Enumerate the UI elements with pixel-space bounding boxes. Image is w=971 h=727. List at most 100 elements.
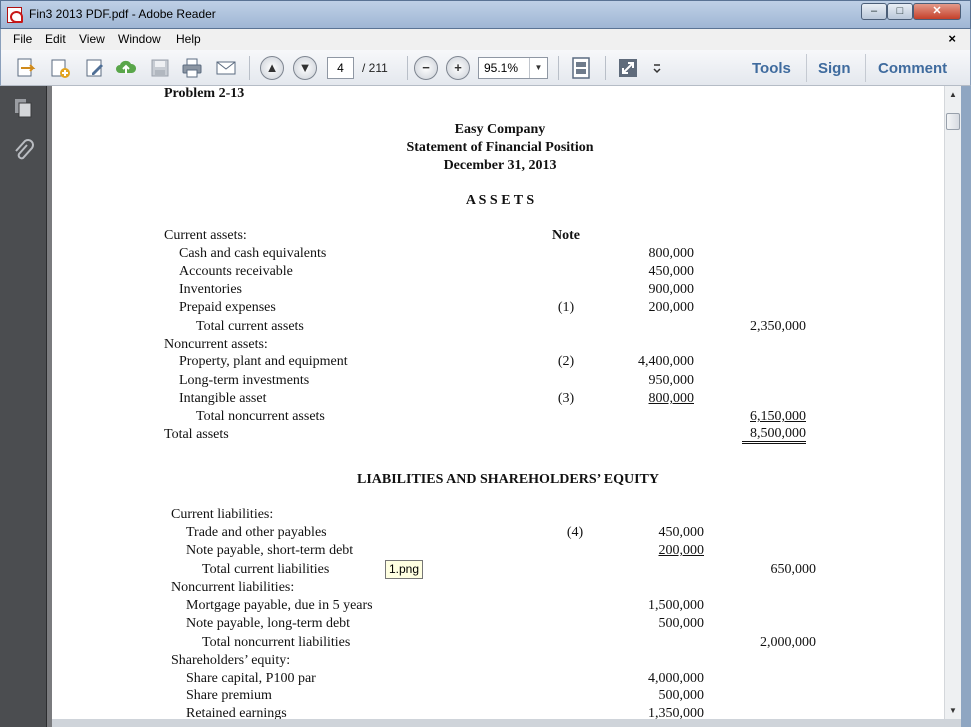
line-item-label: Cash and cash equivalents — [179, 246, 327, 261]
line-item-amount: 800,000 — [648, 246, 695, 261]
line-item-amount: 450,000 — [658, 525, 705, 540]
line-item-label: Trade and other payables — [186, 525, 327, 540]
full-screen-icon[interactable] — [617, 57, 639, 79]
fit-page-icon[interactable] — [570, 57, 592, 79]
toolbar-separator — [407, 56, 408, 80]
zoom-out-button[interactable]: − — [414, 56, 438, 80]
total-assets-value: 8,500,000 — [742, 427, 806, 444]
line-item-amount: 4,400,000 — [638, 354, 694, 369]
line-item-label: Note payable, short-term debt — [186, 543, 354, 558]
print-icon[interactable] — [181, 57, 203, 79]
toolbar-separator — [558, 56, 559, 80]
menu-file[interactable]: File — [13, 32, 32, 46]
zoom-level-value: 95.1% — [484, 61, 519, 75]
current-liabilities-label: Current liabilities: — [171, 507, 274, 522]
total-noncurrent-liabilities-label: Total noncurrent liabilities — [202, 635, 351, 650]
line-item-note: (4) — [566, 525, 584, 540]
scroll-up-arrow-icon[interactable]: ▲ — [945, 86, 961, 103]
open-file-icon[interactable] — [15, 57, 37, 79]
close-window-button[interactable]: ✕ — [913, 3, 961, 20]
tooltip: 1.png — [385, 560, 424, 579]
window-title-bar[interactable]: Fin3 2013 PDF.pdf - Adobe Reader – □ ✕ — [0, 0, 971, 29]
sign-pane-button[interactable]: Sign — [818, 60, 851, 77]
noncurrent-liabilities-label: Noncurrent liabilities: — [171, 580, 295, 595]
scrollbar-thumb[interactable] — [946, 113, 960, 130]
statement-date: December 31, 2013 — [443, 158, 557, 173]
save-icon[interactable] — [149, 57, 171, 79]
line-item-label: Mortgage payable, due in 5 years — [186, 598, 373, 613]
current-assets-label: Current assets: — [164, 228, 247, 243]
comment-pane-button[interactable]: Comment — [878, 60, 947, 77]
create-pdf-icon[interactable] — [49, 57, 71, 79]
next-page-button[interactable]: ▼ — [293, 56, 317, 80]
menu-window[interactable]: Window — [118, 32, 161, 46]
zoom-level-select[interactable]: 95.1% ▼ — [478, 57, 548, 79]
maximize-button[interactable]: □ — [887, 3, 913, 20]
chevron-down-icon[interactable]: ▼ — [529, 58, 547, 78]
window-title: Fin3 2013 PDF.pdf - Adobe Reader — [29, 7, 216, 21]
statement-title: Statement of Financial Position — [406, 140, 594, 155]
line-item-label: Inventories — [179, 282, 242, 297]
note-column-header: Note — [552, 228, 580, 243]
line-item-amount: 200,000 — [648, 300, 695, 315]
total-current-assets-label: Total current assets — [196, 319, 304, 334]
toolbar-separator — [806, 54, 807, 82]
line-item-amount: 500,000 — [658, 688, 705, 703]
close-document-icon[interactable]: × — [948, 31, 956, 46]
attachments-paperclip-icon[interactable] — [12, 138, 34, 164]
line-item-label: Note payable, long-term debt — [186, 616, 351, 631]
toolbar-separator — [605, 56, 606, 80]
line-item-label: Share premium — [186, 688, 272, 703]
line-item-amount: 200,000 — [658, 543, 705, 558]
scroll-down-arrow-icon[interactable]: ▼ — [945, 702, 961, 719]
line-item-amount: 1,500,000 — [648, 598, 704, 613]
liabilities-heading: LIABILITIES AND SHAREHOLDERS’ EQUITY — [357, 472, 659, 487]
horizontal-frame-bar — [52, 719, 961, 727]
line-item-label: Share capital, P100 par — [186, 671, 316, 686]
assets-heading: A S S E T S — [465, 193, 535, 208]
line-item-amount: 4,000,000 — [648, 671, 704, 686]
noncurrent-assets-label: Noncurrent assets: — [164, 337, 268, 352]
upload-cloud-icon[interactable] — [115, 57, 137, 79]
tools-pane-button[interactable]: Tools — [752, 60, 791, 77]
toolbar-separator — [865, 54, 866, 82]
zoom-in-button[interactable]: + — [446, 56, 470, 80]
menu-view[interactable]: View — [79, 32, 105, 46]
minimize-button[interactable]: – — [861, 3, 887, 20]
line-item-amount: 900,000 — [648, 282, 695, 297]
toolbar-separator — [249, 56, 250, 80]
email-icon[interactable] — [215, 57, 237, 79]
total-current-assets-value: 2,350,000 — [750, 319, 806, 334]
line-item-label: Property, plant and equipment — [179, 354, 348, 369]
shareholders-equity-label: Shareholders’ equity: — [171, 653, 291, 668]
problem-heading: Problem 2-13 — [164, 86, 245, 101]
total-noncurrent-liabilities-value: 2,000,000 — [760, 635, 816, 650]
menu-help[interactable]: Help — [176, 32, 201, 46]
window-right-border — [961, 86, 971, 727]
customize-toolbar-chevron-icon[interactable] — [651, 57, 663, 79]
page-number-input[interactable] — [327, 57, 354, 79]
pdf-page[interactable]: Problem 2-13 Easy Company Statement of F… — [52, 86, 944, 727]
edit-pdf-icon[interactable] — [84, 57, 106, 79]
page-thumbnails-icon[interactable] — [14, 98, 32, 118]
line-item-note: (1) — [557, 300, 575, 315]
company-name: Easy Company — [454, 122, 546, 137]
navigation-pane — [0, 86, 47, 727]
line-item-note: (2) — [557, 354, 575, 369]
previous-page-button[interactable]: ▲ — [260, 56, 284, 80]
line-item-amount: 450,000 — [648, 264, 695, 279]
total-assets-label: Total assets — [164, 427, 229, 442]
line-item-label: Prepaid expenses — [179, 300, 276, 315]
line-item-amount: 800,000 — [648, 391, 695, 406]
line-item-label: Intangible asset — [179, 391, 267, 406]
page-total-label: / 211 — [362, 61, 388, 75]
adobe-reader-icon — [7, 7, 23, 23]
total-current-liabilities-label: Total current liabilities — [202, 562, 330, 577]
total-noncurrent-assets-label: Total noncurrent assets — [196, 409, 325, 424]
total-current-liabilities-value: 650,000 — [770, 562, 817, 577]
line-item-amount: 500,000 — [658, 616, 705, 631]
line-item-amount: 950,000 — [648, 373, 695, 388]
line-item-label: Long-term investments — [179, 373, 310, 388]
vertical-scrollbar[interactable]: ▲ ▼ — [944, 86, 961, 719]
menu-edit[interactable]: Edit — [45, 32, 66, 46]
